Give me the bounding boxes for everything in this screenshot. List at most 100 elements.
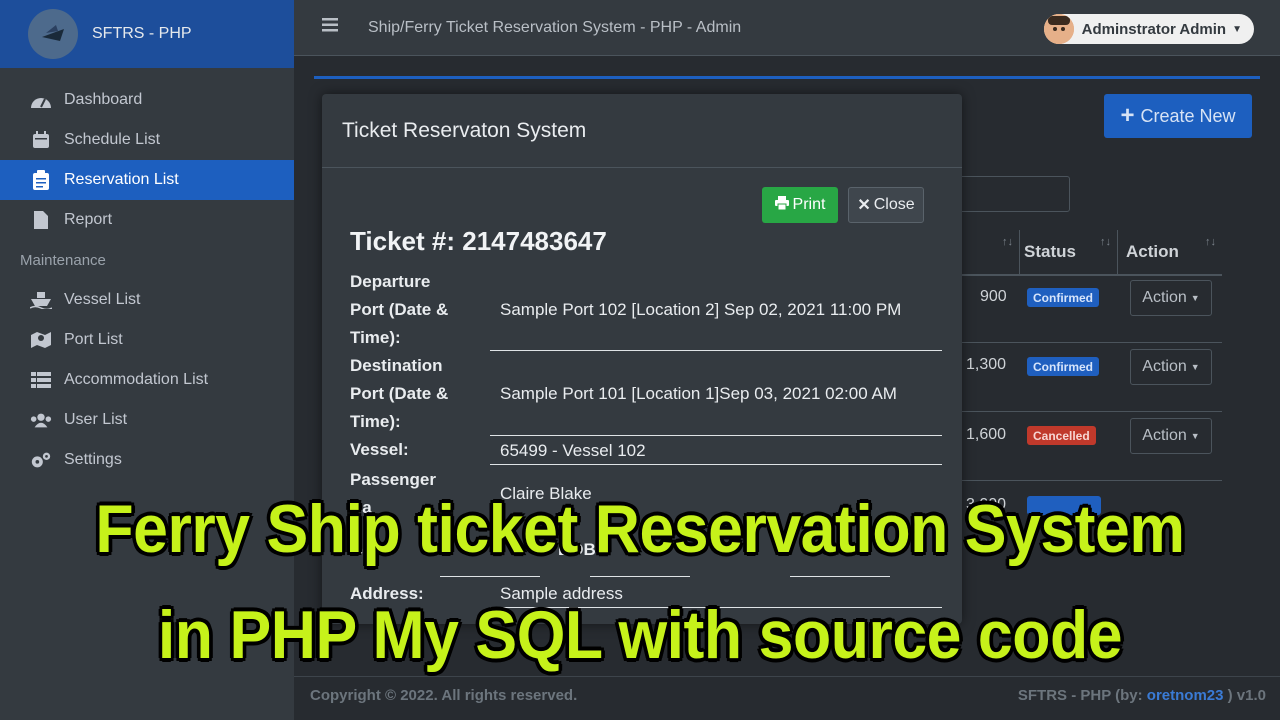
sidebar-item-label: Dashboard: [64, 91, 143, 108]
dashboard-icon: [30, 90, 52, 110]
column-header-amount[interactable]: ↑↓: [954, 230, 1020, 274]
modal-title: Ticket Reservaton System: [322, 94, 962, 168]
sidebar-item-label: Settings: [64, 451, 122, 468]
caret-down-icon: ▼: [1190, 431, 1200, 441]
status-badge: Confirmed: [1027, 357, 1099, 376]
gender-underline: [440, 576, 540, 577]
avatar: [1043, 14, 1074, 44]
label-line: Port (Date &: [350, 384, 449, 403]
brand-name: SFTRS - PHP: [92, 25, 192, 42]
label-line: Destination: [350, 356, 443, 375]
sidebar-item-label: Reservation List: [64, 171, 179, 188]
amount-cell: 1,300: [966, 356, 1007, 373]
sidebar-item-vessel-list[interactable]: Vessel List: [0, 280, 294, 320]
vessel-underline: [490, 464, 942, 465]
users-icon: [30, 410, 52, 430]
print-label: Print: [792, 196, 826, 213]
create-new-label: Create New: [1140, 105, 1236, 126]
gears-icon: [30, 450, 52, 470]
search-input[interactable]: [944, 176, 1070, 212]
sidebar-item-reservation-list[interactable]: Reservation List: [0, 160, 294, 200]
caret-down-icon: ▼: [1232, 23, 1242, 35]
sidebar-item-label: Report: [64, 211, 113, 228]
sidebar-item-label: Accommodation List: [64, 371, 209, 388]
print-icon: [774, 195, 789, 215]
sidebar-item-label: User List: [64, 411, 128, 428]
user-menu-button[interactable]: Adminstrator Admin ▼: [1043, 14, 1254, 44]
label-line: Time):: [350, 412, 401, 431]
sort-icon: ↑↓: [1100, 236, 1111, 248]
clipboard-icon: [30, 170, 52, 190]
status-badge: Cancelled: [1027, 426, 1096, 445]
sidebar-section-maintenance: Maintenance: [20, 251, 106, 269]
user-name: Adminstrator Admin: [1081, 20, 1227, 38]
calendar-icon: [30, 130, 52, 150]
sidebar-item-user-list[interactable]: User List: [0, 400, 294, 440]
topbar: Ship/Ferry Ticket Reservation System - P…: [294, 0, 1280, 56]
sidebar-item-accommodation-list[interactable]: Accommodation List: [0, 360, 294, 400]
print-button[interactable]: Print: [762, 187, 838, 223]
sidebar-item-label: Schedule List: [64, 131, 161, 148]
departure-value: Sample Port 102 [Location 2] Sep 02, 202…: [500, 300, 902, 319]
table-header-divider: [954, 274, 1222, 276]
label-line: Departure: [350, 272, 431, 291]
destination-underline: [490, 435, 942, 436]
sidebar-item-settings[interactable]: Settings: [0, 440, 294, 480]
ticket-number: Ticket #: 2147483647: [350, 226, 607, 256]
sidebar-item-schedule-list[interactable]: Schedule List: [0, 120, 294, 160]
list-icon: [30, 370, 52, 390]
departure-label: Departure Port (Date & Time):: [350, 268, 448, 352]
brand[interactable]: SFTRS - PHP: [0, 0, 294, 68]
row-divider: [954, 411, 1222, 412]
action-dropdown-button[interactable]: Action ▼: [1130, 418, 1212, 454]
hamburger-menu-icon[interactable]: [322, 18, 338, 37]
footer: Copyright © 2022. All rights reserved. S…: [294, 676, 1280, 720]
row-divider: [954, 342, 1222, 343]
vessel-label: Vessel:: [350, 440, 409, 459]
video-caption-line-2: in PHP My SQL with source code: [157, 597, 1123, 673]
ship-logo-icon: [28, 9, 78, 59]
author-link[interactable]: oretnom23: [1147, 687, 1224, 704]
destination-label: Destination Port (Date & Time):: [350, 352, 448, 436]
caret-down-icon: ▼: [1190, 293, 1200, 303]
field-underline: [790, 576, 890, 577]
vessel-value: 65499 - Vessel 102: [500, 441, 646, 460]
action-label: Action: [1142, 358, 1187, 375]
label-line: Time):: [350, 328, 401, 347]
caret-down-icon: ▼: [1190, 362, 1200, 372]
sidebar-menu: Dashboard Schedule List Reservation List…: [0, 80, 294, 480]
close-button[interactable]: ✕ Close: [848, 187, 924, 223]
label-line: Port (Date &: [350, 300, 449, 319]
card-top-border: [314, 76, 1260, 79]
sidebar-item-port-list[interactable]: Port List: [0, 320, 294, 360]
status-badge: Confirmed: [1027, 288, 1099, 307]
app-title: Ship/Ferry Ticket Reservation System - P…: [368, 18, 742, 36]
action-dropdown-button[interactable]: Action ▼: [1130, 349, 1212, 385]
amount-cell: 900: [980, 288, 1007, 305]
column-header-status[interactable]: Status ↑↓: [1022, 230, 1118, 274]
video-caption-line-1: Ferry Ship ticket Reservation System: [95, 491, 1185, 567]
column-header-action[interactable]: Action ↑↓: [1120, 230, 1222, 274]
sidebar-item-report[interactable]: Report: [0, 200, 294, 240]
action-label: Action: [1142, 289, 1187, 306]
credit-prefix: SFTRS - PHP (by:: [1017, 687, 1147, 704]
destination-value: Sample Port 101 [Location 1]Sep 03, 2021…: [500, 384, 897, 403]
departure-underline: [490, 350, 942, 351]
sort-icon: ↑↓: [1205, 236, 1216, 248]
file-icon: [30, 210, 52, 230]
column-header-label: Status: [1024, 242, 1076, 261]
sidebar-item-dashboard[interactable]: Dashboard: [0, 80, 294, 120]
action-dropdown-button[interactable]: Action ▼: [1130, 280, 1212, 316]
map-icon: [30, 330, 52, 350]
create-new-button[interactable]: + Create New: [1104, 94, 1252, 138]
credit-suffix: ) v1.0: [1223, 687, 1266, 704]
footer-credit: SFTRS - PHP (by: oretnom23 ) v1.0: [1018, 687, 1266, 704]
dob-underline: [590, 576, 690, 577]
plus-icon: +: [1120, 102, 1135, 129]
close-icon: ✕: [857, 197, 871, 214]
action-label: Action: [1142, 427, 1187, 444]
close-label: Close: [873, 196, 915, 213]
sidebar-item-label: Vessel List: [64, 291, 141, 308]
sort-icon: ↑↓: [1002, 236, 1013, 248]
column-header-label: Action: [1126, 242, 1179, 261]
